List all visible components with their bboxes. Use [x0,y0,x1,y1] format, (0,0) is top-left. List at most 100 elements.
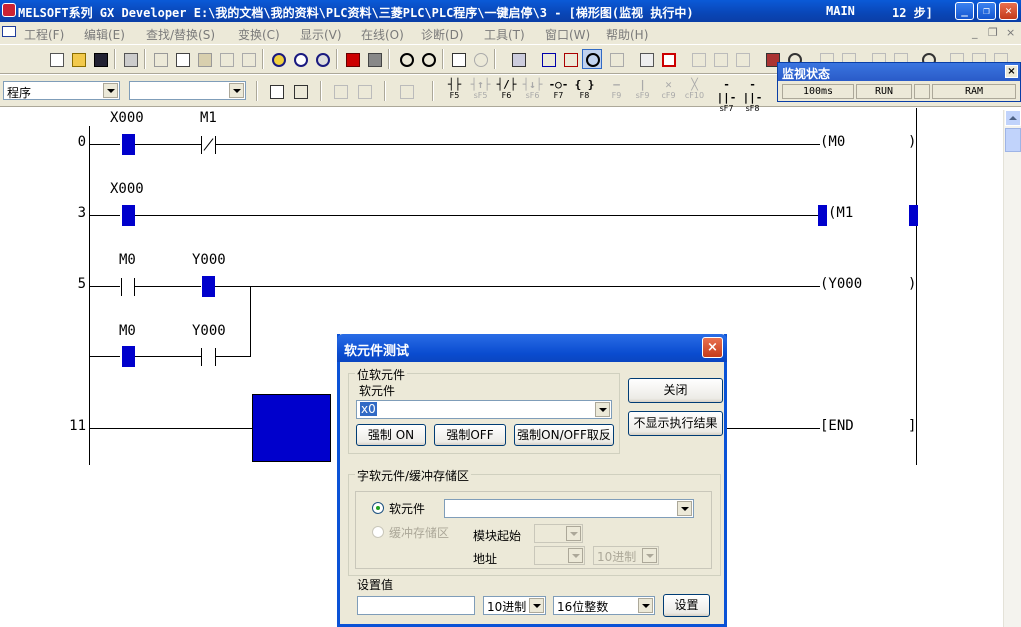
chevron-down-icon[interactable] [103,83,118,98]
list-edit-icon[interactable] [354,81,374,101]
program-list-icon[interactable] [448,49,468,69]
chevron-down-icon[interactable] [568,548,583,563]
end-instruction[interactable]: [END [820,418,854,434]
document-icon[interactable] [2,26,16,37]
module-start-combo[interactable] [534,524,583,543]
contact-y000-energized[interactable] [202,276,215,297]
contact-m1-nc[interactable] [201,136,202,154]
fkey-falling-pulse[interactable]: -||- sF8 [741,77,764,113]
fkey-closed-contact[interactable]: ┤/├ F6 [495,77,518,103]
restore-button[interactable]: ❐ [977,2,996,20]
find-device-icon[interactable] [268,49,288,69]
vertical-scrollbar[interactable] [1003,110,1021,627]
new-file-icon[interactable] [46,49,66,69]
sfc-monitor-icon[interactable] [732,49,752,69]
chevron-down-icon[interactable] [566,526,581,541]
fkey-delete-vline[interactable]: ╳ cF10 [683,77,706,103]
coil-label[interactable]: (M1 [828,205,853,221]
contact-m0-energized[interactable] [122,346,135,367]
ladder-write-icon[interactable] [538,49,558,69]
fkey-vline[interactable]: | sF9 [631,77,654,103]
dialog-titlebar[interactable]: 软元件测试 × [337,334,727,362]
copy-icon[interactable] [172,49,192,69]
fkey-parallel-closed[interactable]: ┤↓├ sF6 [521,77,544,103]
program-tree-icon[interactable] [290,81,310,101]
parameter-icon[interactable] [470,49,490,69]
mdi-restore-button[interactable]: ❐ [988,26,998,39]
find-instruction-icon[interactable] [290,49,310,69]
menu-help[interactable]: 帮助(H) [606,26,648,43]
monitor-status-titlebar[interactable]: 监视状态 × [778,63,1020,81]
force-toggle-button[interactable]: 强制ON/OFF取反 [514,424,614,446]
stop-monitor-icon[interactable] [658,49,678,69]
zoom-in-icon[interactable] [396,49,416,69]
monitor-write-icon[interactable] [606,49,626,69]
chevron-down-icon[interactable] [529,598,544,613]
monitor-mode-icon[interactable] [582,49,602,69]
program-combo[interactable] [129,81,246,100]
cut-icon[interactable] [150,49,170,69]
fkey-hline[interactable]: — F9 [605,77,628,103]
data-size-combo[interactable]: 16位整数 [553,596,655,615]
radix-combo[interactable]: 10进制 [483,596,546,615]
address-radix-combo[interactable]: 10进制 [593,546,659,565]
contact-m0-no[interactable] [121,278,122,296]
menu-online[interactable]: 在线(O) [361,26,404,43]
fkey-delete-hline[interactable]: ✕ cF9 [657,77,680,103]
menu-diagnostics[interactable]: 诊断(D) [421,26,464,43]
menu-view[interactable]: 显示(V) [300,26,342,43]
mdi-close-button[interactable]: × [1006,26,1015,39]
set-button[interactable]: 设置 [663,594,710,617]
force-off-button[interactable]: 强制OFF [434,424,506,446]
minimize-button[interactable]: _ [955,2,974,20]
fkey-parallel-open[interactable]: ┤↑├ sF5 [469,77,492,103]
fkey-open-contact[interactable]: ┤├ F5 [443,77,466,103]
menu-convert[interactable]: 变换(C) [238,26,280,43]
menu-tools[interactable]: 工具(T) [484,26,525,43]
set-value-input[interactable] [357,596,475,615]
contact-x000-energized[interactable] [122,134,135,155]
chevron-down-icon[interactable] [677,501,692,516]
close-dialog-button[interactable]: 关闭 [628,378,723,403]
radio-buffer[interactable] [372,526,384,538]
menu-project[interactable]: 工程(F) [24,26,64,43]
ladder-read-icon[interactable] [560,49,580,69]
radio-buffer-label[interactable]: 缓冲存储区 [389,524,449,541]
print-icon[interactable] [120,49,140,69]
chevron-down-icon[interactable] [638,598,653,613]
contact-y000-no[interactable] [201,348,202,366]
close-button[interactable]: ✕ [999,2,1018,20]
instruction-list-icon[interactable] [396,81,416,101]
radio-device-label[interactable]: 软元件 [389,500,425,517]
fkey-coil[interactable]: -○- F7 [547,77,570,103]
zoom-out-icon[interactable] [418,49,438,69]
redo-icon[interactable] [238,49,258,69]
dialog-close-icon[interactable]: × [702,337,723,358]
radio-device[interactable] [372,502,384,514]
coil-label[interactable]: (Y000 [820,276,862,292]
hide-result-button[interactable]: 不显示执行结果 [628,411,723,436]
coil-m1-energized[interactable] [818,205,827,226]
word-device-combo[interactable] [444,499,694,518]
sfc-icon[interactable] [688,49,708,69]
scroll-up-icon[interactable] [1005,110,1021,126]
chevron-down-icon[interactable] [229,83,244,98]
menu-window[interactable]: 窗口(W) [545,26,590,43]
contact-x000-energized[interactable] [122,205,135,226]
cursor-block[interactable] [252,394,331,462]
list-mode-icon[interactable] [330,81,350,101]
open-folder-icon[interactable] [68,49,88,69]
mdi-minimize-button[interactable]: _ [972,26,978,39]
ladder-mode-icon[interactable] [508,49,528,69]
find-contact-coil-icon[interactable] [312,49,332,69]
save-icon[interactable] [90,49,110,69]
force-on-button[interactable]: 强制 ON [356,424,426,446]
undo-icon[interactable] [216,49,236,69]
device-combo[interactable]: x0 [356,400,612,419]
address-combo[interactable] [534,546,585,565]
scroll-thumb[interactable] [1005,128,1021,152]
program-edit-icon[interactable] [266,81,286,101]
paste-icon[interactable] [194,49,214,69]
menu-find-replace[interactable]: 查找/替换(S) [146,26,215,43]
menu-edit[interactable]: 编辑(E) [84,26,125,43]
